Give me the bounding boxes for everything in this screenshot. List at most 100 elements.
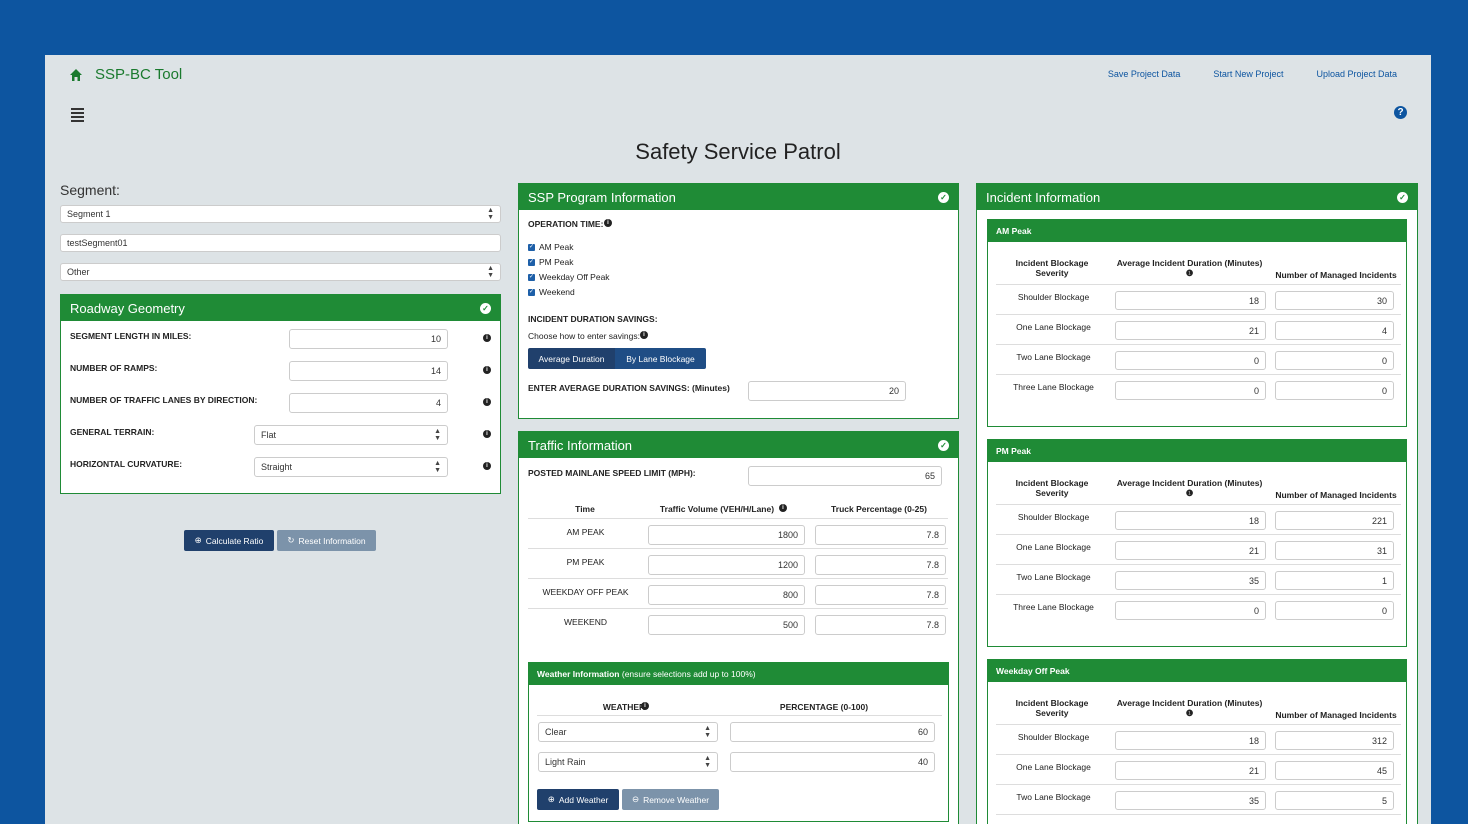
reset-information-button[interactable]: ↻ Reset Information — [277, 530, 376, 551]
info-icon[interactable]: ❶ — [1186, 488, 1194, 498]
plus-circle-icon: ⊕ — [194, 535, 202, 545]
duration-value: 35 — [1248, 575, 1259, 586]
managed-input[interactable]: 30 — [1275, 291, 1394, 310]
truck-input[interactable]: 7.8 — [815, 525, 946, 545]
info-icon[interactable]: i — [483, 430, 491, 438]
volume-input[interactable]: 1800 — [648, 525, 805, 545]
terrain-label: GENERAL TERRAIN: — [70, 427, 155, 437]
weather-value: Light Rain — [545, 757, 586, 767]
select-arrow-icon: ▲ ▼ — [434, 428, 441, 442]
percentage-input[interactable]: 40 — [730, 752, 935, 772]
managed-input[interactable]: 312 — [1275, 731, 1394, 750]
average-savings-input[interactable]: 20 — [748, 381, 906, 401]
managed-value: 30 — [1376, 295, 1387, 306]
save-project-link[interactable]: Save Project Data — [1108, 69, 1181, 79]
speed-limit-input[interactable]: 65 — [748, 466, 942, 486]
weather-select[interactable]: Light Rain ▲ ▼ — [538, 752, 718, 772]
divider — [996, 814, 1401, 815]
info-icon[interactable]: i — [604, 219, 612, 227]
managed-input[interactable]: 45 — [1275, 761, 1394, 780]
average-duration-button[interactable]: Average Duration — [528, 348, 615, 369]
ssp-program-panel: SSP Program Information ✓ OPERATION TIME… — [518, 183, 959, 419]
duration-input[interactable]: 18 — [1115, 511, 1266, 530]
volume-value: 1200 — [777, 560, 798, 570]
duration-input[interactable]: 18 — [1115, 731, 1266, 750]
start-project-link[interactable]: Start New Project — [1213, 69, 1283, 79]
managed-input[interactable]: 5 — [1275, 791, 1394, 810]
ramps-input[interactable]: 14 — [289, 361, 448, 381]
managed-input[interactable]: 1 — [1275, 571, 1394, 590]
checkbox-checked-icon: ✓ — [528, 243, 535, 251]
managed-input[interactable]: 0 — [1275, 601, 1394, 620]
percentage-input[interactable]: 60 — [730, 722, 935, 742]
blockage-label: Three Lane Blockage — [1013, 382, 1094, 392]
info-icon[interactable]: i — [483, 398, 491, 406]
info-icon[interactable]: i — [483, 462, 491, 470]
info-icon[interactable]: i — [640, 331, 648, 339]
select-arrow-icon: ▲ ▼ — [487, 265, 494, 279]
segment-select[interactable]: Segment 1 ▲ ▼ — [60, 205, 501, 223]
managed-input[interactable]: 221 — [1275, 511, 1394, 530]
upload-project-link[interactable]: Upload Project Data — [1316, 69, 1397, 79]
choose-savings-label: Choose how to enter savings: — [528, 331, 640, 341]
duration-input[interactable]: 35 — [1115, 791, 1266, 810]
truck-input[interactable]: 7.8 — [815, 555, 946, 575]
segment-type-select[interactable]: Other ▲ ▼ — [60, 263, 501, 281]
segment-label: Segment: — [60, 182, 120, 198]
managed-value: 221 — [1371, 515, 1387, 526]
speed-limit-value: 65 — [924, 471, 935, 481]
help-icon[interactable]: ? — [1394, 106, 1407, 119]
checkbox-weekend[interactable]: ✓ Weekend — [528, 287, 575, 297]
volume-input[interactable]: 1200 — [648, 555, 805, 575]
managed-input[interactable]: 0 — [1275, 381, 1394, 400]
info-icon[interactable]: i — [483, 366, 491, 374]
duration-input[interactable]: 21 — [1115, 761, 1266, 780]
managed-input[interactable]: 31 — [1275, 541, 1394, 560]
managed-input[interactable]: 0 — [1275, 351, 1394, 370]
terrain-select[interactable]: Flat ▲ ▼ — [254, 425, 448, 445]
brand[interactable]: SSP-BC Tool — [69, 66, 182, 83]
curvature-label: HORIZONTAL CURVATURE: — [70, 459, 183, 469]
info-icon[interactable]: i — [779, 504, 787, 512]
remove-weather-button[interactable]: ⊖ Remove Weather — [622, 789, 719, 810]
duration-input[interactable]: 35 — [1115, 571, 1266, 590]
truck-value: 7.8 — [926, 530, 939, 540]
segment-name-input[interactable]: testSegment01 — [60, 234, 501, 252]
add-weather-button[interactable]: ⊕ Add Weather — [537, 789, 619, 810]
duration-input[interactable]: 21 — [1115, 321, 1266, 340]
segment-length-input[interactable]: 10 — [289, 329, 448, 349]
checkbox-weekday-off-peak[interactable]: ✓ Weekday Off Peak — [528, 272, 610, 282]
divider — [996, 314, 1401, 315]
info-icon[interactable]: i — [641, 702, 649, 710]
truck-input[interactable]: 7.8 — [815, 615, 946, 635]
duration-input[interactable]: 0 — [1115, 351, 1266, 370]
check-circle-icon: ✓ — [938, 191, 949, 203]
weather-information-header: Weather Information (ensure selections a… — [529, 663, 948, 685]
volume-input[interactable]: 800 — [648, 585, 805, 605]
checkbox-am-peak[interactable]: ✓ AM Peak — [528, 242, 574, 252]
info-icon[interactable]: ❶ — [1186, 708, 1194, 718]
segment-length-value: 10 — [430, 334, 441, 344]
divider — [528, 608, 948, 609]
curvature-select[interactable]: Straight ▲ ▼ — [254, 457, 448, 477]
info-icon[interactable]: ❶ — [1186, 268, 1194, 278]
menu-icon[interactable] — [71, 108, 84, 124]
check-circle-icon: ✓ — [1397, 191, 1408, 203]
check-circle-icon: ✓ — [938, 439, 949, 451]
truck-input[interactable]: 7.8 — [815, 585, 946, 605]
blockage-label: One Lane Blockage — [1016, 542, 1091, 552]
duration-input[interactable]: 0 — [1115, 601, 1266, 620]
weather-value: Clear — [545, 727, 567, 737]
info-icon[interactable]: i — [483, 334, 491, 342]
checkbox-pm-peak[interactable]: ✓ PM Peak — [528, 257, 574, 267]
duration-input[interactable]: 18 — [1115, 291, 1266, 310]
calculate-ratio-button[interactable]: ⊕ Calculate Ratio — [184, 530, 274, 551]
column-header-time: Time — [575, 504, 595, 514]
lane-blockage-button[interactable]: By Lane Blockage — [615, 348, 706, 369]
duration-input[interactable]: 21 — [1115, 541, 1266, 560]
duration-input[interactable]: 0 — [1115, 381, 1266, 400]
weather-select[interactable]: Clear ▲ ▼ — [538, 722, 718, 742]
managed-input[interactable]: 4 — [1275, 321, 1394, 340]
volume-input[interactable]: 500 — [648, 615, 805, 635]
lanes-input[interactable]: 4 — [289, 393, 448, 413]
